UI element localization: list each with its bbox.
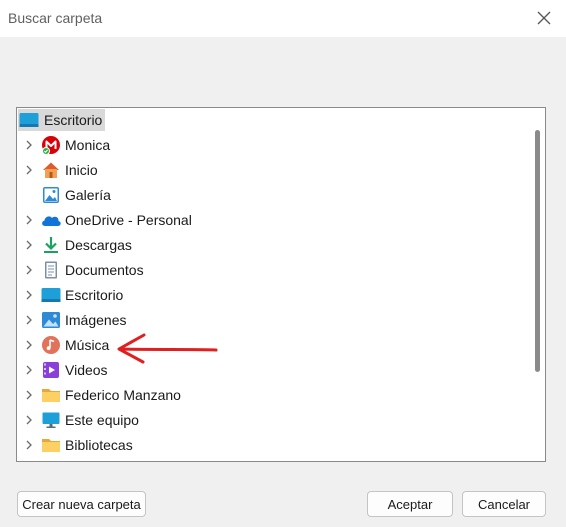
- expand-toggle[interactable]: [18, 208, 40, 232]
- tree-item-label: Videos: [65, 362, 108, 378]
- tree-root-label: Escritorio: [44, 112, 103, 128]
- chevron-right-icon: [26, 240, 32, 250]
- chevron-right-icon: [26, 215, 32, 225]
- tree-item-label: Bibliotecas: [65, 437, 133, 453]
- tree-item-federico-manzano[interactable]: Federico Manzano: [17, 383, 529, 407]
- documents-icon: [40, 259, 62, 281]
- chevron-right-icon: [26, 265, 32, 275]
- tree-item-bibliotecas[interactable]: Bibliotecas: [17, 433, 529, 457]
- home-icon: [40, 159, 62, 181]
- expand-toggle[interactable]: [18, 233, 40, 257]
- desktop-icon: [40, 284, 62, 306]
- chevron-right-icon: [26, 390, 32, 400]
- tree-item-label: Federico Manzano: [65, 387, 181, 403]
- expand-toggle[interactable]: [18, 433, 40, 457]
- tree-item-label: Escritorio: [65, 287, 124, 303]
- tree-item-label: Descargas: [65, 237, 132, 253]
- computer-icon: [40, 409, 62, 431]
- expand-toggle[interactable]: [18, 358, 40, 382]
- expand-toggle[interactable]: [18, 158, 40, 182]
- expand-toggle[interactable]: [18, 258, 40, 282]
- videos-icon: [40, 359, 62, 381]
- chevron-right-icon: [26, 340, 32, 350]
- chevron-right-icon: [26, 165, 32, 175]
- onedrive-icon: [40, 209, 62, 231]
- tree-item-label: Documentos: [65, 262, 144, 278]
- tree-item-escritorio[interactable]: Escritorio: [17, 283, 529, 307]
- gallery-icon: [40, 184, 62, 206]
- expand-toggle[interactable]: [18, 133, 40, 157]
- downloads-icon: [40, 234, 62, 256]
- tree-item-label: Galería: [65, 187, 111, 203]
- tree-item-este-equipo[interactable]: Este equipo: [17, 408, 529, 432]
- annotation-arrow: [117, 333, 218, 364]
- tree-item-monica[interactable]: Monica: [17, 133, 529, 157]
- expand-toggle[interactable]: [18, 408, 40, 432]
- vertical-scrollbar[interactable]: [532, 110, 544, 460]
- tree-item-label: Inicio: [65, 162, 98, 178]
- tree-item-imagenes[interactable]: Imágenes: [17, 308, 529, 332]
- tree-root-escritorio[interactable]: Escritorio: [18, 109, 106, 131]
- window-title: Buscar carpeta: [8, 10, 103, 26]
- folder-tree[interactable]: Escritorio Monica Inicio Galería OneDrive -…: [16, 107, 546, 462]
- tree-item-musica[interactable]: Música: [17, 333, 529, 357]
- tree-item-label: Música: [65, 337, 110, 353]
- close-icon: [537, 11, 551, 25]
- tree-item-documentos[interactable]: Documentos: [17, 258, 529, 282]
- tree-item-label: Imágenes: [65, 312, 127, 328]
- chevron-right-icon: [26, 365, 32, 375]
- tree-item-videos[interactable]: Videos: [17, 358, 529, 382]
- chevron-right-icon: [26, 315, 32, 325]
- tree-item-galeria[interactable]: Galería: [17, 183, 529, 207]
- close-button[interactable]: [530, 4, 558, 32]
- expand-toggle[interactable]: [18, 283, 40, 307]
- expand-toggle[interactable]: [18, 333, 40, 357]
- tree-item-onedrive-personal[interactable]: OneDrive - Personal: [17, 208, 529, 232]
- accept-button[interactable]: Aceptar: [367, 491, 453, 517]
- chevron-right-icon: [26, 440, 32, 450]
- tree-item-label: OneDrive - Personal: [65, 212, 192, 228]
- expand-toggle[interactable]: [18, 383, 40, 407]
- tree-item-label: Este equipo: [65, 412, 139, 428]
- tree-item-inicio[interactable]: Inicio: [17, 158, 529, 182]
- folder-icon: [40, 434, 62, 456]
- expand-toggle[interactable]: [18, 308, 40, 332]
- expand-toggle: [18, 183, 40, 207]
- chevron-right-icon: [26, 290, 32, 300]
- mega-icon: [40, 134, 62, 156]
- title-bar: Buscar carpeta: [0, 0, 566, 37]
- new-folder-button[interactable]: Crear nueva carpeta: [17, 491, 146, 517]
- pictures-icon: [40, 309, 62, 331]
- chevron-right-icon: [26, 415, 32, 425]
- chevron-right-icon: [26, 140, 32, 150]
- desktop-icon: [18, 109, 40, 131]
- tree-item-label: Monica: [65, 137, 111, 153]
- cancel-button[interactable]: Cancelar: [462, 491, 546, 517]
- tree-item-descargas[interactable]: Descargas: [17, 233, 529, 257]
- music-icon: [40, 334, 62, 356]
- folder-icon: [40, 384, 62, 406]
- scrollbar-thumb[interactable]: [535, 130, 540, 372]
